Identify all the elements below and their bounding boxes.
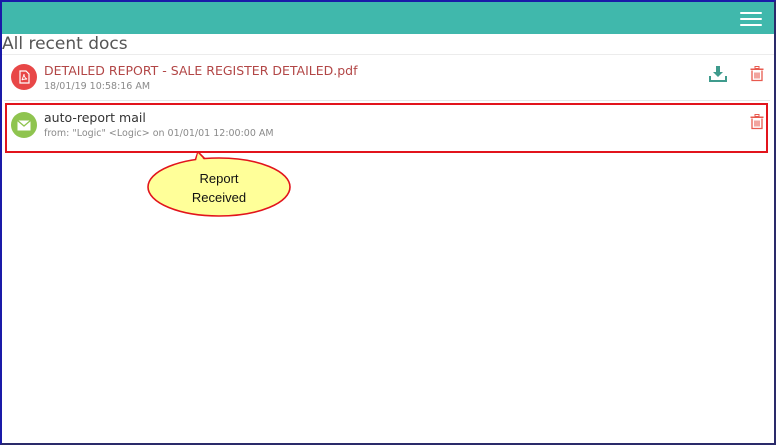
document-name[interactable]: DETAILED REPORT - SALE REGISTER DETAILED…: [44, 63, 358, 78]
document-timestamp: 18/01/19 10:58:16 AM: [44, 81, 151, 92]
callout-text: Report Received: [146, 169, 292, 207]
download-icon[interactable]: [709, 66, 727, 86]
trash-icon[interactable]: [750, 114, 764, 134]
callout-line: Received: [191, 190, 247, 205]
envelope-icon: [11, 112, 37, 138]
page-title: All recent docs: [2, 34, 128, 54]
document-sender: from: "Logic" <Logic> on 01/01/01 12:00:…: [44, 128, 274, 139]
document-name[interactable]: auto-report mail: [44, 110, 146, 125]
hamburger-menu-icon[interactable]: [740, 12, 762, 26]
title-divider: [2, 54, 774, 55]
document-row-mail[interactable]: auto-report mail from: "Logic" <Logic> o…: [5, 103, 768, 153]
document-row-pdf[interactable]: DETAILED REPORT - SALE REGISTER DETAILED…: [4, 56, 770, 101]
callout-line: Report: [199, 171, 239, 186]
trash-icon[interactable]: [750, 66, 764, 86]
pdf-file-icon: [11, 64, 37, 90]
top-app-bar: [2, 2, 774, 34]
